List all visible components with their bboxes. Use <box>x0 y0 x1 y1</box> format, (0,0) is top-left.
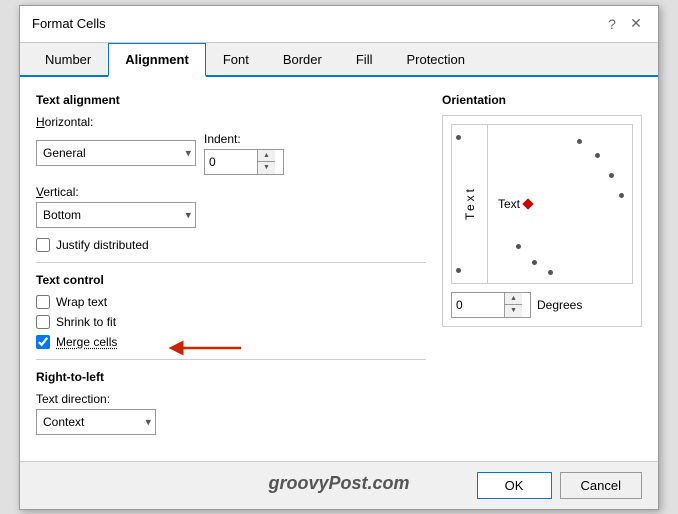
orientation-panel: Text <box>442 115 642 327</box>
tab-alignment[interactable]: Alignment <box>108 43 206 77</box>
degrees-spinner-buttons: ▲ ▼ <box>504 293 522 317</box>
indent-spinner: ▲ ▼ <box>204 149 284 175</box>
degrees-spinner: ▲ ▼ <box>451 292 531 318</box>
indent-spinner-buttons: ▲ ▼ <box>257 150 275 174</box>
justify-label[interactable]: Justify distributed <box>56 238 149 252</box>
rtl-title: Right-to-left <box>36 370 426 384</box>
vertical-text-area: Text <box>452 125 488 283</box>
orientation-box: Text <box>451 124 633 284</box>
watermark: groovyPost.com <box>268 473 409 494</box>
help-button[interactable]: ? <box>602 14 622 34</box>
justify-distributed-row: Justify distributed <box>36 238 426 252</box>
dot-bottom <box>456 268 461 273</box>
dot-top <box>456 135 461 140</box>
dot-5 <box>516 244 521 249</box>
indent-down-button[interactable]: ▼ <box>258 162 275 174</box>
arrow-annotation <box>166 333 246 366</box>
degrees-up-button[interactable]: ▲ <box>505 293 522 306</box>
title-bar: Format Cells ? ✕ <box>20 6 658 43</box>
dialog-title: Format Cells <box>32 16 106 31</box>
indent-label: Indent: <box>204 132 284 146</box>
horizontal-group: Horizontal: General Left Center Right Fi… <box>36 115 426 175</box>
left-panel: Text alignment Horizontal: General Left … <box>36 93 426 445</box>
ok-button[interactable]: OK <box>477 472 552 499</box>
dialog-content: Text alignment Horizontal: General Left … <box>20 77 658 461</box>
title-bar-buttons: ? ✕ <box>602 14 646 34</box>
vertical-select-wrapper: Top Center Bottom Justify Distributed <box>36 202 196 228</box>
shrink-checkbox[interactable] <box>36 315 50 329</box>
divider-1 <box>36 262 426 263</box>
text-control-title: Text control <box>36 273 426 287</box>
format-cells-dialog: Format Cells ? ✕ Number Alignment Font B… <box>19 5 659 510</box>
degrees-label: Degrees <box>537 298 582 312</box>
horizontal-select-container: General Left Center Right Fill Justify C… <box>36 132 426 175</box>
wrap-text-label[interactable]: Wrap text <box>56 295 107 309</box>
degrees-row: ▲ ▼ Degrees <box>451 292 633 318</box>
indent-group: Indent: ▲ ▼ <box>204 132 284 175</box>
direction-select[interactable]: Context Left-to-Right Right-to-Left <box>36 409 156 435</box>
wrap-text-row: Wrap text <box>36 295 426 309</box>
degrees-input[interactable] <box>452 293 504 317</box>
vertical-text: Text <box>463 186 477 220</box>
direction-label: Text direction: <box>36 392 426 406</box>
tab-bar: Number Alignment Font Border Fill Protec… <box>20 43 658 77</box>
tab-border[interactable]: Border <box>266 43 339 77</box>
indent-up-button[interactable]: ▲ <box>258 150 275 163</box>
angle-area[interactable]: Text <box>488 125 632 283</box>
vertical-label: Vertical: <box>36 185 426 199</box>
cancel-button[interactable]: Cancel <box>560 472 642 499</box>
horizontal-select[interactable]: General Left Center Right Fill Justify C… <box>36 140 196 166</box>
text-alignment-title: Text alignment <box>36 93 426 107</box>
dot-7 <box>548 270 553 275</box>
tab-protection[interactable]: Protection <box>389 43 482 77</box>
merge-cells-checkbox[interactable] <box>36 335 50 349</box>
tab-fill[interactable]: Fill <box>339 43 390 77</box>
tab-number[interactable]: Number <box>28 43 108 77</box>
direction-select-wrapper: Context Left-to-Right Right-to-Left <box>36 409 156 435</box>
right-panel: Orientation Text <box>442 93 642 445</box>
dot-6 <box>532 260 537 265</box>
shrink-row: Shrink to fit <box>36 315 426 329</box>
dot-2 <box>595 153 600 158</box>
divider-2 <box>36 359 426 360</box>
justify-checkbox[interactable] <box>36 238 50 252</box>
direction-group: Text direction: Context Left-to-Right Ri… <box>36 392 426 435</box>
horizontal-select-wrapper: General Left Center Right Fill Justify C… <box>36 140 196 166</box>
dot-4 <box>619 193 624 198</box>
degrees-down-button[interactable]: ▼ <box>505 305 522 317</box>
red-diamond <box>522 198 533 209</box>
orientation-title: Orientation <box>442 93 642 107</box>
indent-input[interactable] <box>205 150 257 174</box>
merge-cells-label[interactable]: Merge cells <box>56 335 117 349</box>
horizontal-orient-text: Text <box>498 197 520 211</box>
vertical-group: Vertical: Top Center Bottom Justify Dist… <box>36 185 426 228</box>
vertical-select[interactable]: Top Center Bottom Justify Distributed <box>36 202 196 228</box>
horizontal-label: Horizontal: <box>36 115 426 129</box>
dot-3 <box>609 173 614 178</box>
wrap-text-checkbox[interactable] <box>36 295 50 309</box>
horizontal-text-row: Text <box>498 197 532 211</box>
dot-1 <box>577 139 582 144</box>
merge-cells-row: Merge cells <box>36 335 426 349</box>
shrink-label[interactable]: Shrink to fit <box>56 315 116 329</box>
tab-font[interactable]: Font <box>206 43 266 77</box>
close-button[interactable]: ✕ <box>626 14 646 34</box>
